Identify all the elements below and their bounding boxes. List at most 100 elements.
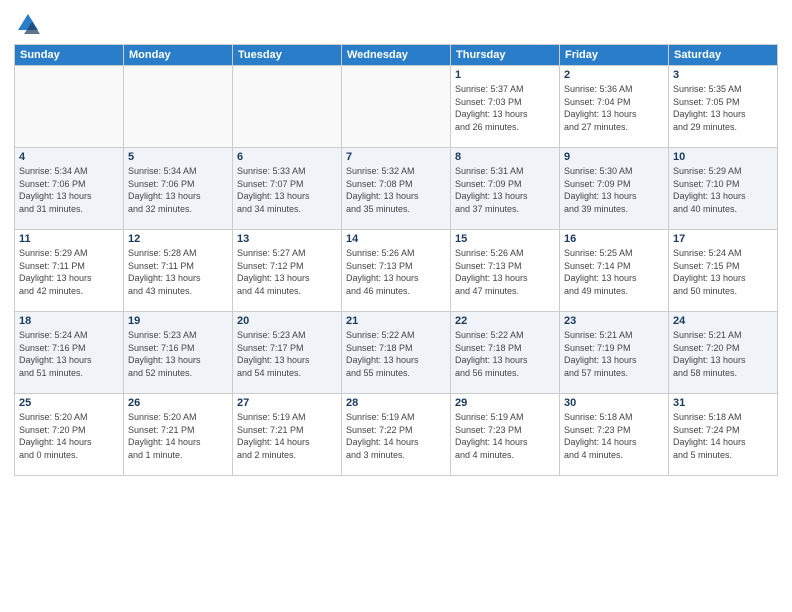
header bbox=[14, 10, 778, 38]
calendar-day-cell: 10Sunrise: 5:29 AM Sunset: 7:10 PM Dayli… bbox=[669, 148, 778, 230]
calendar-week-row: 18 Sunrise: 5:24 AM Sunset: 7:16 PM Dayli… bbox=[15, 312, 778, 394]
day-info: Sunrise: 5:22 AM Sunset: 7:18 PM Dayligh… bbox=[455, 329, 555, 379]
calendar-day-cell bbox=[233, 66, 342, 148]
day-number: 6 bbox=[237, 151, 337, 163]
logo-icon bbox=[14, 10, 42, 38]
day-info: Sunrise: 5:29 AM Sunset: 7:11 PM Dayligh… bbox=[19, 247, 119, 297]
calendar-day-cell: 12 Sunrise: 5:28 AM Sunset: 7:11 PM Dayli… bbox=[124, 230, 233, 312]
day-number: 28 bbox=[346, 397, 446, 409]
day-number: 14 bbox=[346, 233, 446, 245]
day-info: Sunrise: 5:26 AM Sunset: 7:13 PM Dayligh… bbox=[455, 247, 555, 297]
calendar-day-cell: 16 Sunrise: 5:25 AM Sunset: 7:14 PM Dayli… bbox=[560, 230, 669, 312]
weekday-header-cell: Wednesday bbox=[342, 45, 451, 66]
calendar-day-cell: 4 Sunrise: 5:34 AM Sunset: 7:06 PM Daylig… bbox=[15, 148, 124, 230]
calendar-day-cell: 2 Sunrise: 5:36 AM Sunset: 7:04 PM Daylig… bbox=[560, 66, 669, 148]
calendar-week-row: 4 Sunrise: 5:34 AM Sunset: 7:06 PM Daylig… bbox=[15, 148, 778, 230]
day-number: 18 bbox=[19, 315, 119, 327]
day-info: Sunrise: 5:19 AM Sunset: 7:22 PM Dayligh… bbox=[346, 411, 446, 461]
day-number: 25 bbox=[19, 397, 119, 409]
weekday-header-cell: Saturday bbox=[669, 45, 778, 66]
calendar-day-cell: 28 Sunrise: 5:19 AM Sunset: 7:22 PM Dayli… bbox=[342, 394, 451, 476]
weekday-header-cell: Friday bbox=[560, 45, 669, 66]
day-info: Sunrise: 5:18 AM Sunset: 7:23 PM Dayligh… bbox=[564, 411, 664, 461]
calendar-day-cell: 7Sunrise: 5:32 AM Sunset: 7:08 PM Daylig… bbox=[342, 148, 451, 230]
calendar-day-cell: 5 Sunrise: 5:34 AM Sunset: 7:06 PM Daylig… bbox=[124, 148, 233, 230]
day-info: Sunrise: 5:36 AM Sunset: 7:04 PM Dayligh… bbox=[564, 83, 664, 133]
day-info: Sunrise: 5:18 AM Sunset: 7:24 PM Dayligh… bbox=[673, 411, 773, 461]
day-info: Sunrise: 5:25 AM Sunset: 7:14 PM Dayligh… bbox=[564, 247, 664, 297]
day-number: 19 bbox=[128, 315, 228, 327]
weekday-header-cell: Monday bbox=[124, 45, 233, 66]
calendar-day-cell: 3Sunrise: 5:35 AM Sunset: 7:05 PM Daylig… bbox=[669, 66, 778, 148]
day-info: Sunrise: 5:23 AM Sunset: 7:17 PM Dayligh… bbox=[237, 329, 337, 379]
calendar-day-cell: 29Sunrise: 5:19 AM Sunset: 7:23 PM Dayli… bbox=[451, 394, 560, 476]
calendar-week-row: 1 Sunrise: 5:37 AM Sunset: 7:03 PM Daylig… bbox=[15, 66, 778, 148]
day-info: Sunrise: 5:23 AM Sunset: 7:16 PM Dayligh… bbox=[128, 329, 228, 379]
day-info: Sunrise: 5:28 AM Sunset: 7:11 PM Dayligh… bbox=[128, 247, 228, 297]
calendar-table: SundayMondayTuesdayWednesdayThursdayFrid… bbox=[14, 44, 778, 476]
day-info: Sunrise: 5:34 AM Sunset: 7:06 PM Dayligh… bbox=[128, 165, 228, 215]
calendar-day-cell bbox=[342, 66, 451, 148]
calendar-week-row: 11Sunrise: 5:29 AM Sunset: 7:11 PM Dayli… bbox=[15, 230, 778, 312]
day-number: 24 bbox=[673, 315, 773, 327]
day-info: Sunrise: 5:31 AM Sunset: 7:09 PM Dayligh… bbox=[455, 165, 555, 215]
day-number: 26 bbox=[128, 397, 228, 409]
calendar-day-cell: 19 Sunrise: 5:23 AM Sunset: 7:16 PM Dayli… bbox=[124, 312, 233, 394]
day-info: Sunrise: 5:21 AM Sunset: 7:20 PM Dayligh… bbox=[673, 329, 773, 379]
day-info: Sunrise: 5:29 AM Sunset: 7:10 PM Dayligh… bbox=[673, 165, 773, 215]
calendar-day-cell: 17 Sunrise: 5:24 AM Sunset: 7:15 PM Dayli… bbox=[669, 230, 778, 312]
calendar-day-cell: 6 Sunrise: 5:33 AM Sunset: 7:07 PM Daylig… bbox=[233, 148, 342, 230]
calendar-day-cell: 20 Sunrise: 5:23 AM Sunset: 7:17 PM Dayli… bbox=[233, 312, 342, 394]
day-info: Sunrise: 5:37 AM Sunset: 7:03 PM Dayligh… bbox=[455, 83, 555, 133]
day-number: 22 bbox=[455, 315, 555, 327]
day-number: 21 bbox=[346, 315, 446, 327]
day-info: Sunrise: 5:19 AM Sunset: 7:23 PM Dayligh… bbox=[455, 411, 555, 461]
calendar-day-cell: 14 Sunrise: 5:26 AM Sunset: 7:13 PM Dayli… bbox=[342, 230, 451, 312]
day-number: 7 bbox=[346, 151, 446, 163]
calendar-day-cell: 30 Sunrise: 5:18 AM Sunset: 7:23 PM Dayli… bbox=[560, 394, 669, 476]
calendar-day-cell: 13Sunrise: 5:27 AM Sunset: 7:12 PM Dayli… bbox=[233, 230, 342, 312]
day-info: Sunrise: 5:20 AM Sunset: 7:21 PM Dayligh… bbox=[128, 411, 228, 461]
day-info: Sunrise: 5:35 AM Sunset: 7:05 PM Dayligh… bbox=[673, 83, 773, 133]
calendar-day-cell: 15 Sunrise: 5:26 AM Sunset: 7:13 PM Dayli… bbox=[451, 230, 560, 312]
day-info: Sunrise: 5:34 AM Sunset: 7:06 PM Dayligh… bbox=[19, 165, 119, 215]
weekday-header-row: SundayMondayTuesdayWednesdayThursdayFrid… bbox=[15, 45, 778, 66]
calendar-body: 1 Sunrise: 5:37 AM Sunset: 7:03 PM Daylig… bbox=[15, 66, 778, 476]
day-number: 27 bbox=[237, 397, 337, 409]
calendar-day-cell: 22 Sunrise: 5:22 AM Sunset: 7:18 PM Dayli… bbox=[451, 312, 560, 394]
day-number: 20 bbox=[237, 315, 337, 327]
calendar-day-cell: 24 Sunrise: 5:21 AM Sunset: 7:20 PM Dayli… bbox=[669, 312, 778, 394]
day-number: 4 bbox=[19, 151, 119, 163]
calendar-day-cell: 27 Sunrise: 5:19 AM Sunset: 7:21 PM Dayli… bbox=[233, 394, 342, 476]
calendar-day-cell: 8 Sunrise: 5:31 AM Sunset: 7:09 PM Daylig… bbox=[451, 148, 560, 230]
calendar-day-cell: 31 Sunrise: 5:18 AM Sunset: 7:24 PM Dayli… bbox=[669, 394, 778, 476]
day-number: 9 bbox=[564, 151, 664, 163]
day-info: Sunrise: 5:24 AM Sunset: 7:15 PM Dayligh… bbox=[673, 247, 773, 297]
day-number: 13 bbox=[237, 233, 337, 245]
day-info: Sunrise: 5:26 AM Sunset: 7:13 PM Dayligh… bbox=[346, 247, 446, 297]
day-number: 31 bbox=[673, 397, 773, 409]
day-number: 2 bbox=[564, 69, 664, 81]
day-info: Sunrise: 5:24 AM Sunset: 7:16 PM Dayligh… bbox=[19, 329, 119, 379]
calendar-day-cell bbox=[15, 66, 124, 148]
day-number: 30 bbox=[564, 397, 664, 409]
day-number: 8 bbox=[455, 151, 555, 163]
day-number: 1 bbox=[455, 69, 555, 81]
day-info: Sunrise: 5:19 AM Sunset: 7:21 PM Dayligh… bbox=[237, 411, 337, 461]
weekday-header-cell: Sunday bbox=[15, 45, 124, 66]
day-number: 12 bbox=[128, 233, 228, 245]
weekday-header-cell: Thursday bbox=[451, 45, 560, 66]
logo bbox=[14, 10, 46, 38]
day-number: 15 bbox=[455, 233, 555, 245]
calendar-day-cell: 11Sunrise: 5:29 AM Sunset: 7:11 PM Dayli… bbox=[15, 230, 124, 312]
day-number: 5 bbox=[128, 151, 228, 163]
calendar-day-cell: 18 Sunrise: 5:24 AM Sunset: 7:16 PM Dayli… bbox=[15, 312, 124, 394]
day-number: 23 bbox=[564, 315, 664, 327]
calendar-day-cell: 9 Sunrise: 5:30 AM Sunset: 7:09 PM Daylig… bbox=[560, 148, 669, 230]
calendar-day-cell: 25Sunrise: 5:20 AM Sunset: 7:20 PM Dayli… bbox=[15, 394, 124, 476]
day-info: Sunrise: 5:33 AM Sunset: 7:07 PM Dayligh… bbox=[237, 165, 337, 215]
calendar-page: SundayMondayTuesdayWednesdayThursdayFrid… bbox=[0, 0, 792, 612]
day-number: 16 bbox=[564, 233, 664, 245]
day-number: 17 bbox=[673, 233, 773, 245]
day-info: Sunrise: 5:30 AM Sunset: 7:09 PM Dayligh… bbox=[564, 165, 664, 215]
